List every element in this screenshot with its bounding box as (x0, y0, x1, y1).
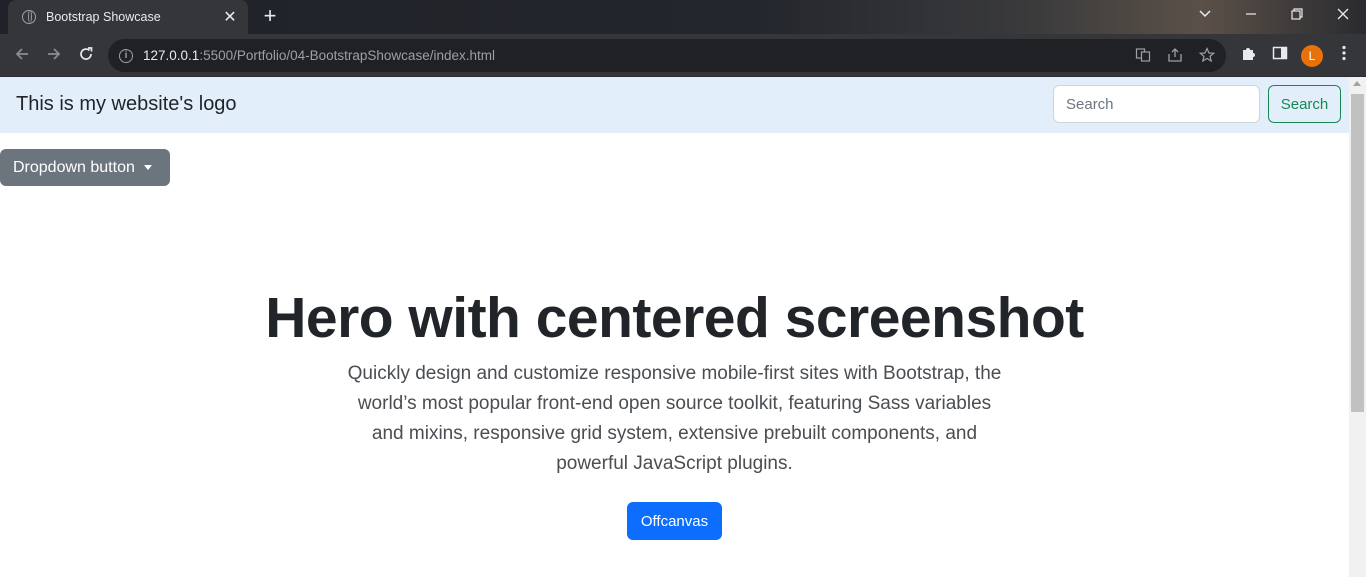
close-icon[interactable] (1329, 4, 1357, 28)
tab-title: Bootstrap Showcase (46, 10, 161, 24)
dropdown-button[interactable]: Dropdown button (0, 149, 170, 186)
scrollbar-thumb[interactable] (1351, 94, 1364, 412)
share-icon[interactable] (1166, 47, 1184, 65)
side-panel-icon[interactable] (1269, 45, 1291, 67)
hero-lead-text: Quickly design and customize responsive … (347, 363, 1002, 474)
site-navbar: This is my website's logo Search (0, 77, 1349, 133)
search-button[interactable]: Search (1268, 85, 1341, 123)
offcanvas-button[interactable]: Offcanvas (627, 502, 722, 540)
address-bar[interactable]: i 127.0.0.1:5500/Portfolio/04-BootstrapS… (108, 39, 1226, 72)
translate-icon[interactable] (1134, 47, 1152, 65)
page-viewport: This is my website's logo Search Dropdow… (0, 77, 1349, 577)
browser-toolbar: i 127.0.0.1:5500/Portfolio/04-BootstrapS… (0, 34, 1366, 77)
scroll-up-arrow-icon[interactable] (1353, 81, 1361, 86)
new-tab-button[interactable]: + (256, 4, 284, 30)
chevron-down-icon[interactable] (1191, 4, 1219, 28)
url-host: 127.0.0.1 (143, 48, 200, 63)
star-icon[interactable] (1198, 47, 1216, 65)
site-logo[interactable]: This is my website's logo (16, 93, 237, 116)
profile-avatar[interactable]: L (1301, 45, 1323, 67)
back-arrow-icon[interactable] (9, 43, 35, 69)
url-path: :5500/Portfolio/04-BootstrapShowcase/ind… (199, 48, 495, 63)
restore-icon[interactable] (1283, 4, 1311, 28)
hero-title: Hero with centered screenshot (265, 286, 1084, 350)
browser-tab[interactable]: Bootstrap Showcase ✕ (8, 0, 248, 34)
globe-icon (22, 10, 36, 24)
minimize-icon[interactable] (1237, 4, 1265, 28)
browser-tab-strip: Bootstrap Showcase ✕ + (0, 0, 1366, 34)
page-scrollbar[interactable] (1349, 77, 1366, 577)
dropdown-button-label: Dropdown button (13, 158, 135, 176)
tab-close-icon[interactable]: ✕ (222, 7, 238, 27)
url-text: 127.0.0.1:5500/Portfolio/04-BootstrapSho… (143, 48, 495, 63)
reload-icon[interactable] (73, 43, 99, 69)
caret-down-icon (143, 165, 152, 170)
search-input[interactable] (1053, 85, 1260, 123)
forward-arrow-icon[interactable] (41, 43, 67, 69)
kebab-menu-icon[interactable] (1333, 45, 1355, 67)
info-icon[interactable]: i (119, 48, 133, 63)
puzzle-icon[interactable] (1237, 45, 1259, 67)
